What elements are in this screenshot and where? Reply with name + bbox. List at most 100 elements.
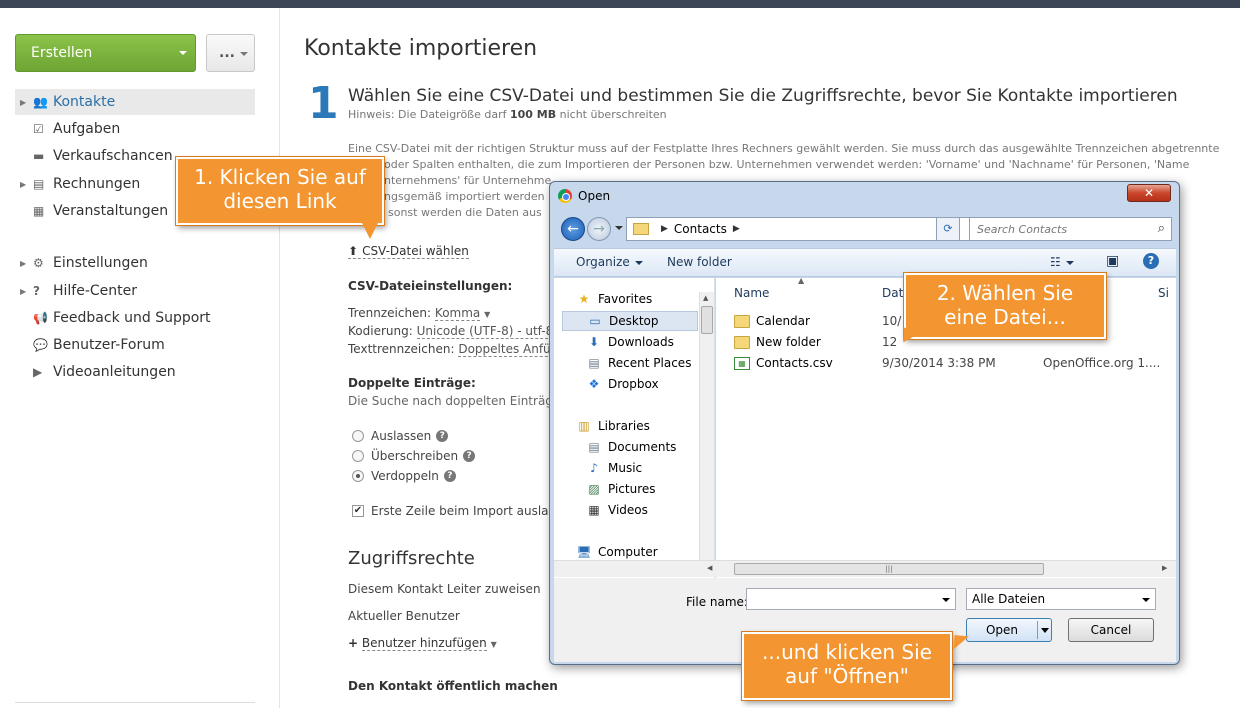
file-name-input[interactable]: [746, 588, 956, 610]
text-separator-select[interactable]: Doppeltes Anfüh: [458, 342, 559, 357]
folder-icon: [734, 314, 750, 328]
file-row-new-folder[interactable]: New folder: [734, 335, 821, 349]
folder-icon: [633, 223, 649, 235]
cancel-button[interactable]: Cancel: [1068, 618, 1154, 642]
tree-label: Documents: [608, 440, 677, 454]
help-icon[interactable]: ?: [1143, 253, 1159, 269]
chevron-down-icon[interactable]: [942, 598, 950, 602]
back-button[interactable]: ←: [561, 217, 585, 241]
callout-text: ...und klicken Sie: [762, 640, 932, 664]
recent-locations-dropdown[interactable]: [615, 226, 623, 230]
preview-pane-icon[interactable]: ▣: [1106, 253, 1119, 269]
expand-arrow-icon[interactable]: ▶: [15, 287, 33, 296]
radio-skip[interactable]: Auslassen ?: [352, 429, 449, 443]
navigation-scrollbar[interactable]: ▲ ▼: [699, 292, 714, 574]
sidebar-item-label: Videoanleitungen: [53, 364, 176, 380]
radio-button[interactable]: [352, 450, 364, 462]
radio-overwrite[interactable]: Überschreiben ?: [352, 449, 476, 463]
skip-first-row[interactable]: ✔ Erste Zeile beim Import auslasse: [352, 504, 568, 518]
file-type-value: Alle Dateien: [972, 592, 1046, 606]
radio-duplicate[interactable]: Verdoppeln ?: [352, 469, 456, 483]
expand-arrow-icon[interactable]: ▶: [15, 259, 33, 268]
tree-recent-places[interactable]: ▤ Recent Places: [586, 356, 691, 370]
close-button[interactable]: ✕: [1127, 184, 1171, 202]
help-icon[interactable]: ?: [443, 470, 456, 482]
organize-button[interactable]: Organize: [576, 255, 643, 269]
video-icon: ▶: [33, 365, 43, 379]
sidebar-item-hilfe-center[interactable]: ▶ ? Hilfe-Center: [15, 278, 255, 304]
separator-select[interactable]: Komma: [434, 306, 481, 321]
open-button[interactable]: Open: [966, 618, 1052, 642]
sidebar-item-benutzer-forum[interactable]: 💬 Benutzer-Forum: [15, 332, 255, 358]
sidebar-item-label: Benutzer-Forum: [53, 337, 165, 353]
expand-arrow-icon[interactable]: ▶: [15, 180, 33, 189]
checkbox[interactable]: ✔: [352, 505, 364, 517]
tree-videos[interactable]: ▦ Videos: [586, 503, 648, 517]
scrollbar-thumb[interactable]: |||: [734, 563, 1044, 575]
help-icon[interactable]: ?: [463, 450, 476, 462]
scroll-left-icon[interactable]: ◀: [707, 564, 712, 572]
file-row-calendar[interactable]: Calendar: [734, 314, 810, 328]
pictures-icon: ▨: [588, 482, 600, 496]
encoding-select[interactable]: Unicode (UTF-8) - utf-8: [416, 324, 554, 339]
chevron-down-icon[interactable]: [1142, 598, 1150, 602]
tree-computer[interactable]: 🖥 Computer: [576, 545, 657, 559]
tree-pictures[interactable]: ▨ Pictures: [586, 482, 655, 496]
callout-text: 2. Wählen Sie: [936, 281, 1074, 305]
computer-icon: 🖥: [576, 545, 592, 559]
file-type: OpenOffice.org 1....: [1043, 356, 1161, 370]
column-name[interactable]: Name: [734, 286, 769, 300]
scroll-up-icon[interactable]: ▲: [703, 294, 708, 302]
radio-label: Verdoppeln: [371, 469, 439, 483]
create-button[interactable]: Erstellen: [15, 34, 196, 72]
expand-arrow-icon[interactable]: ▶: [15, 98, 33, 107]
breadcrumb-separator-icon[interactable]: ▶: [661, 224, 668, 234]
tree-documents[interactable]: ▤ Documents: [586, 440, 676, 454]
breadcrumb-separator-icon[interactable]: ▶: [733, 224, 740, 234]
hint-size: 100 MB: [510, 108, 557, 121]
file-date: 10/: [882, 314, 902, 328]
recent-places-icon: ▤: [588, 356, 600, 370]
downloads-icon: ⬇: [588, 335, 600, 349]
sidebar-item-feedback[interactable]: 📢 Feedback und Support: [15, 305, 255, 331]
tree-label: Libraries: [598, 419, 650, 433]
tree-downloads[interactable]: ⬇ Downloads: [586, 335, 674, 349]
new-folder-button[interactable]: New folder: [667, 255, 732, 269]
tree-favorites[interactable]: ★ Favorites: [576, 292, 653, 306]
scrollbar-thumb[interactable]: [701, 306, 713, 334]
file-row-contacts-csv[interactable]: ▦ Contacts.csv: [734, 356, 833, 370]
open-options-dropdown[interactable]: [1041, 628, 1049, 633]
column-date[interactable]: Dat: [882, 286, 903, 300]
radio-button[interactable]: [352, 470, 364, 482]
scroll-right-icon[interactable]: ▶: [1162, 564, 1167, 572]
help-icon[interactable]: ?: [436, 430, 449, 442]
sidebar-item-aufgaben[interactable]: ☑ Aufgaben: [15, 116, 255, 142]
more-actions-button[interactable]: ...: [206, 34, 255, 72]
tree-label: Dropbox: [608, 377, 659, 391]
radio-button[interactable]: [352, 430, 364, 442]
tree-desktop[interactable]: ▭ Desktop: [562, 311, 698, 331]
choose-csv-link[interactable]: ⬆ CSV-Datei wählen: [348, 244, 469, 259]
forward-button[interactable]: →: [587, 217, 611, 241]
column-size[interactable]: Si: [1158, 286, 1169, 300]
add-user-link[interactable]: + Benutzer hinzufügen ▼: [348, 636, 497, 651]
horizontal-scrollbar[interactable]: ◀ ||| ▶: [554, 560, 1176, 577]
sidebar-item-videoanleitungen[interactable]: ▶ Videoanleitungen: [15, 359, 255, 385]
view-options-button[interactable]: ☷: [1050, 255, 1074, 269]
search-input[interactable]: Search Contacts ⌕: [969, 217, 1172, 241]
csv-settings-heading: CSV-Dateieinstellungen:: [348, 279, 513, 293]
hint-suffix: nicht überschreiten: [559, 108, 667, 121]
callout-choose-file: 2. Wählen Sie eine Datei...: [904, 273, 1106, 339]
breadcrumb-contacts[interactable]: Contacts: [674, 222, 727, 236]
tree-dropbox[interactable]: ❖ Dropbox: [586, 377, 659, 391]
file-type-filter[interactable]: Alle Dateien: [966, 588, 1156, 610]
refresh-button[interactable]: ⟳: [936, 217, 960, 241]
tree-libraries[interactable]: ▥ Libraries: [576, 419, 650, 433]
sidebar-item-einstellungen[interactable]: ▶ ⚙ Einstellungen: [15, 250, 255, 276]
tree-music[interactable]: ♪ Music: [586, 461, 642, 475]
contacts-icon: 👥: [33, 95, 48, 109]
spreadsheet-file-icon: ▦: [734, 356, 750, 370]
gear-icon: ⚙: [33, 256, 44, 270]
sidebar-item-kontakte[interactable]: ▶ 👥 Kontakte: [15, 89, 255, 115]
text-separator-label: Texttrennzeichen:: [348, 342, 455, 356]
